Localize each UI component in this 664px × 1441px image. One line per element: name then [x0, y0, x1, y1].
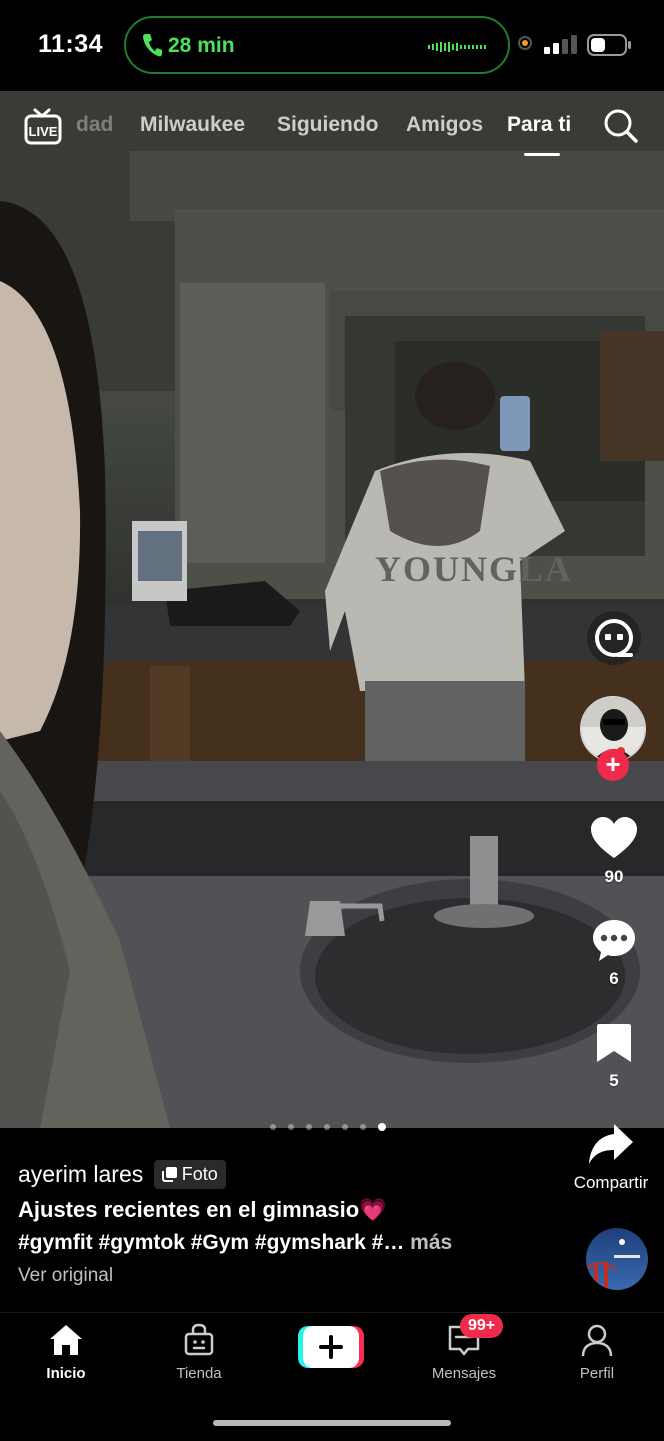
- post-title: Ajustes recientes en el gimnasio💗: [18, 1197, 387, 1222]
- status-time: 11:34: [38, 30, 104, 58]
- battery-icon: [587, 34, 631, 56]
- save-button[interactable]: 5: [564, 1022, 664, 1091]
- feed-top-nav: LIVE dad Milwaukee Siguiendo Amigos Para…: [0, 91, 664, 161]
- photo-type-label: Foto: [181, 1164, 218, 1184]
- carousel-dot: [288, 1124, 294, 1130]
- tab-milwaukee[interactable]: Milwaukee: [140, 113, 245, 137]
- carousel-indicator: [270, 1117, 398, 1135]
- side-action-rail: + 90 6 5 Compartir: [564, 600, 664, 1192]
- profile-icon: [581, 1324, 613, 1357]
- tab-siguiendo[interactable]: Siguiendo: [277, 113, 379, 137]
- carousel-dot: [324, 1124, 330, 1130]
- heart-icon: [591, 817, 637, 858]
- bookmark-icon: [597, 1024, 631, 1062]
- live-tv-icon[interactable]: LIVE: [24, 107, 62, 145]
- nav-inicio-label: Inicio: [46, 1365, 86, 1382]
- messages-count-badge: 99+: [460, 1314, 504, 1338]
- home-indicator[interactable]: [213, 1420, 451, 1426]
- status-bar: 11:34 28 min: [0, 0, 664, 91]
- live-label: LIVE: [29, 124, 58, 139]
- tab-para-ti[interactable]: Para ti: [507, 113, 571, 137]
- share-label: Compartir: [573, 1173, 649, 1192]
- nav-tienda-label: Tienda: [176, 1365, 222, 1382]
- comment-bubble-icon: [593, 920, 635, 961]
- see-more-link[interactable]: más: [410, 1231, 452, 1254]
- carousel-dot: [270, 1124, 276, 1130]
- sound-disc-button[interactable]: [586, 1228, 648, 1290]
- cellular-signal-icon: [544, 35, 577, 54]
- author-name[interactable]: ayerim lares: [18, 1161, 143, 1187]
- effect-face-icon: [587, 611, 641, 665]
- post-hashtags-line: #gymfit #gymtok #Gym #gymshark #… más: [18, 1231, 558, 1255]
- active-call-pill[interactable]: 28 min: [124, 16, 510, 74]
- carousel-dot: [306, 1124, 312, 1130]
- share-button[interactable]: Compartir: [546, 1122, 664, 1193]
- carousel-dot: [342, 1124, 348, 1130]
- view-original-link[interactable]: Ver original: [18, 1265, 558, 1287]
- photo-type-badge: Foto: [153, 1160, 226, 1189]
- nav-tienda[interactable]: Tienda: [149, 1323, 249, 1382]
- call-duration: 28 min: [168, 34, 235, 57]
- privacy-indicator-icon: [518, 36, 532, 50]
- tab-amigos[interactable]: Amigos: [406, 113, 483, 137]
- sound-cover-image: [586, 1228, 648, 1290]
- search-icon[interactable]: [602, 107, 638, 143]
- author-avatar-button[interactable]: +: [580, 696, 646, 781]
- active-tab-indicator: [524, 153, 560, 156]
- phone-icon: [143, 34, 162, 57]
- photo-stack-icon: [161, 1167, 177, 1182]
- plus-icon: [298, 1326, 364, 1368]
- like-count: 90: [604, 867, 624, 886]
- nav-mensajes-label: Mensajes: [431, 1365, 497, 1382]
- home-icon: [50, 1325, 82, 1355]
- post-hashtags[interactable]: #gymfit #gymtok #Gym #gymshark #…: [18, 1231, 404, 1254]
- follow-plus-icon[interactable]: +: [597, 749, 629, 781]
- tab-dad[interactable]: dad: [76, 113, 113, 137]
- comment-count: 6: [609, 969, 619, 988]
- comment-button[interactable]: 6: [564, 918, 664, 989]
- create-post-button[interactable]: [298, 1326, 364, 1368]
- nav-perfil-label: Perfil: [579, 1365, 615, 1382]
- share-arrow-icon: [589, 1124, 633, 1164]
- effect-button[interactable]: [564, 610, 664, 671]
- audio-waveform-icon: [428, 42, 486, 52]
- save-count: 5: [609, 1071, 619, 1090]
- like-button[interactable]: 90: [564, 816, 664, 887]
- carousel-dot: [360, 1124, 366, 1130]
- shop-icon: [184, 1323, 214, 1356]
- carousel-dot-active: [378, 1123, 386, 1131]
- nav-inicio[interactable]: Inicio: [16, 1323, 116, 1382]
- nav-perfil[interactable]: Perfil: [547, 1323, 647, 1382]
- post-caption: ayerim lares Foto Ajustes recientes en e…: [18, 1160, 558, 1287]
